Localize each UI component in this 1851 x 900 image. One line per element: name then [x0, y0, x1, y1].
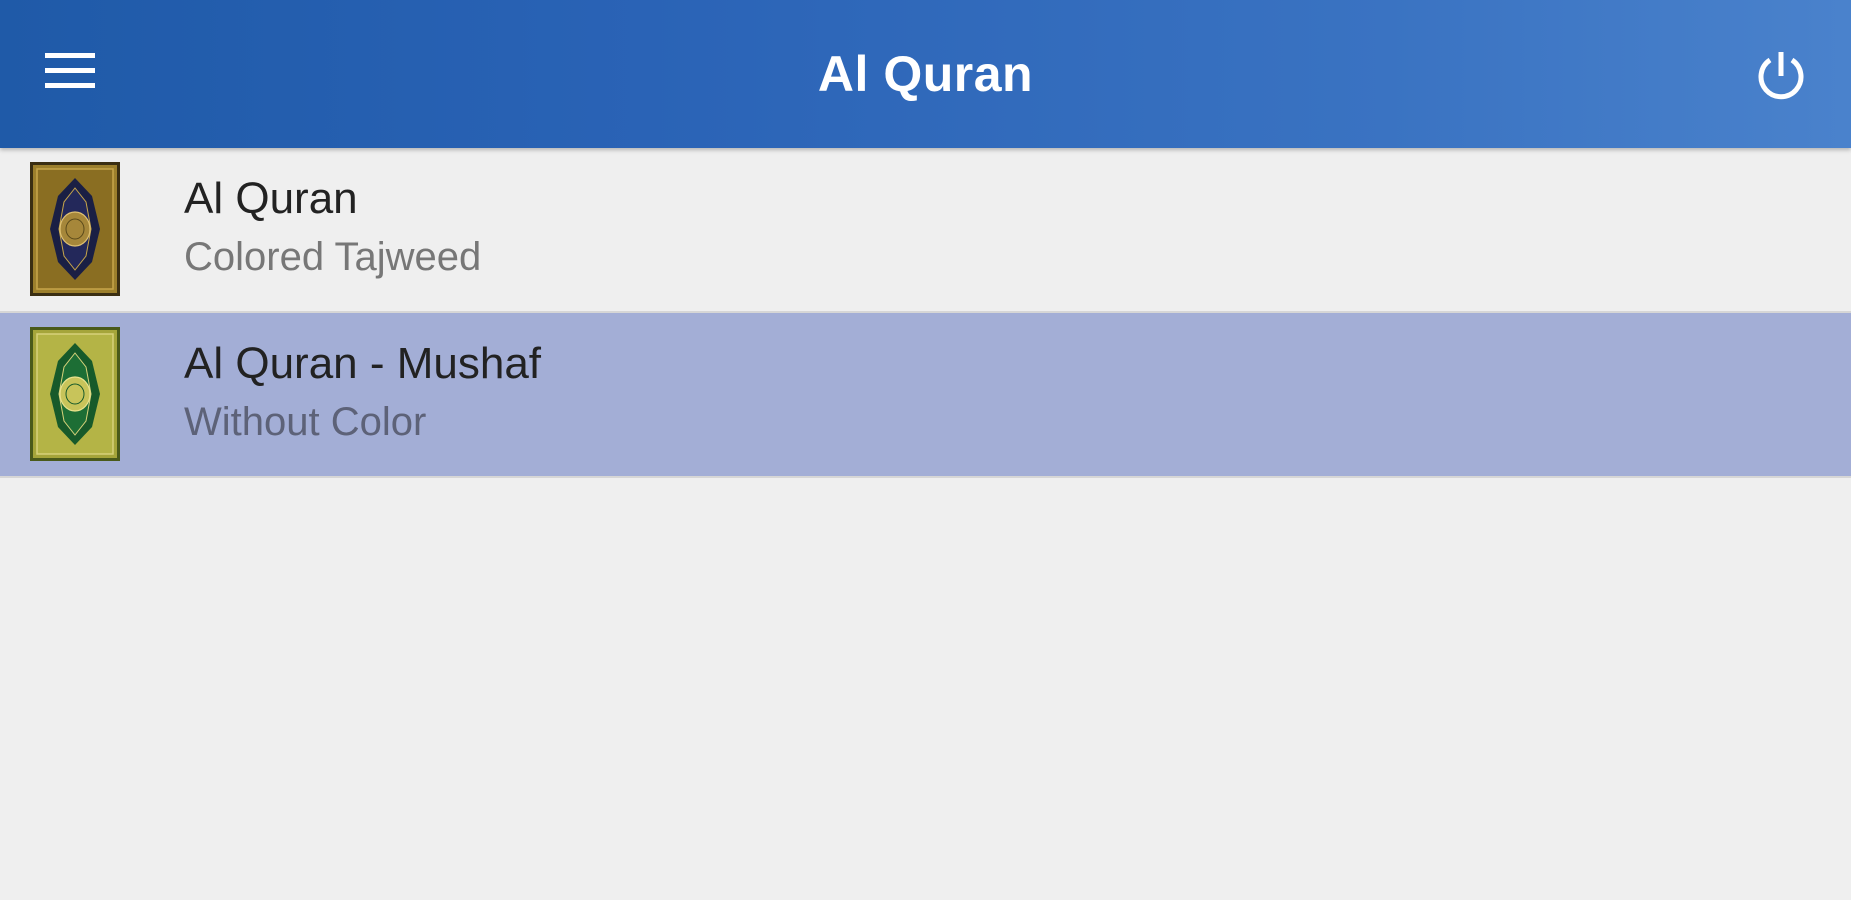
- item-subtitle: Colored Tajweed: [184, 235, 482, 279]
- list-item[interactable]: Al Quran Colored Tajweed: [0, 148, 1851, 313]
- app-title: Al Quran: [817, 46, 1034, 102]
- item-title: Al Quran - Mushaf: [184, 339, 542, 388]
- item-subtitle: Without Color: [184, 400, 427, 444]
- book-list: Al Quran Colored Tajweed Al Quran - Mush…: [0, 148, 1851, 478]
- power-icon: [1758, 52, 1804, 100]
- quran-cover-navy-gold-icon: [30, 162, 120, 296]
- quran-cover-green-gold-icon: [30, 327, 120, 461]
- item-title: Al Quran: [184, 174, 358, 223]
- list-item[interactable]: Al Quran - Mushaf Without Color: [0, 313, 1851, 478]
- power-button[interactable]: [1741, 36, 1821, 116]
- app-bar: Al Quran: [0, 0, 1851, 148]
